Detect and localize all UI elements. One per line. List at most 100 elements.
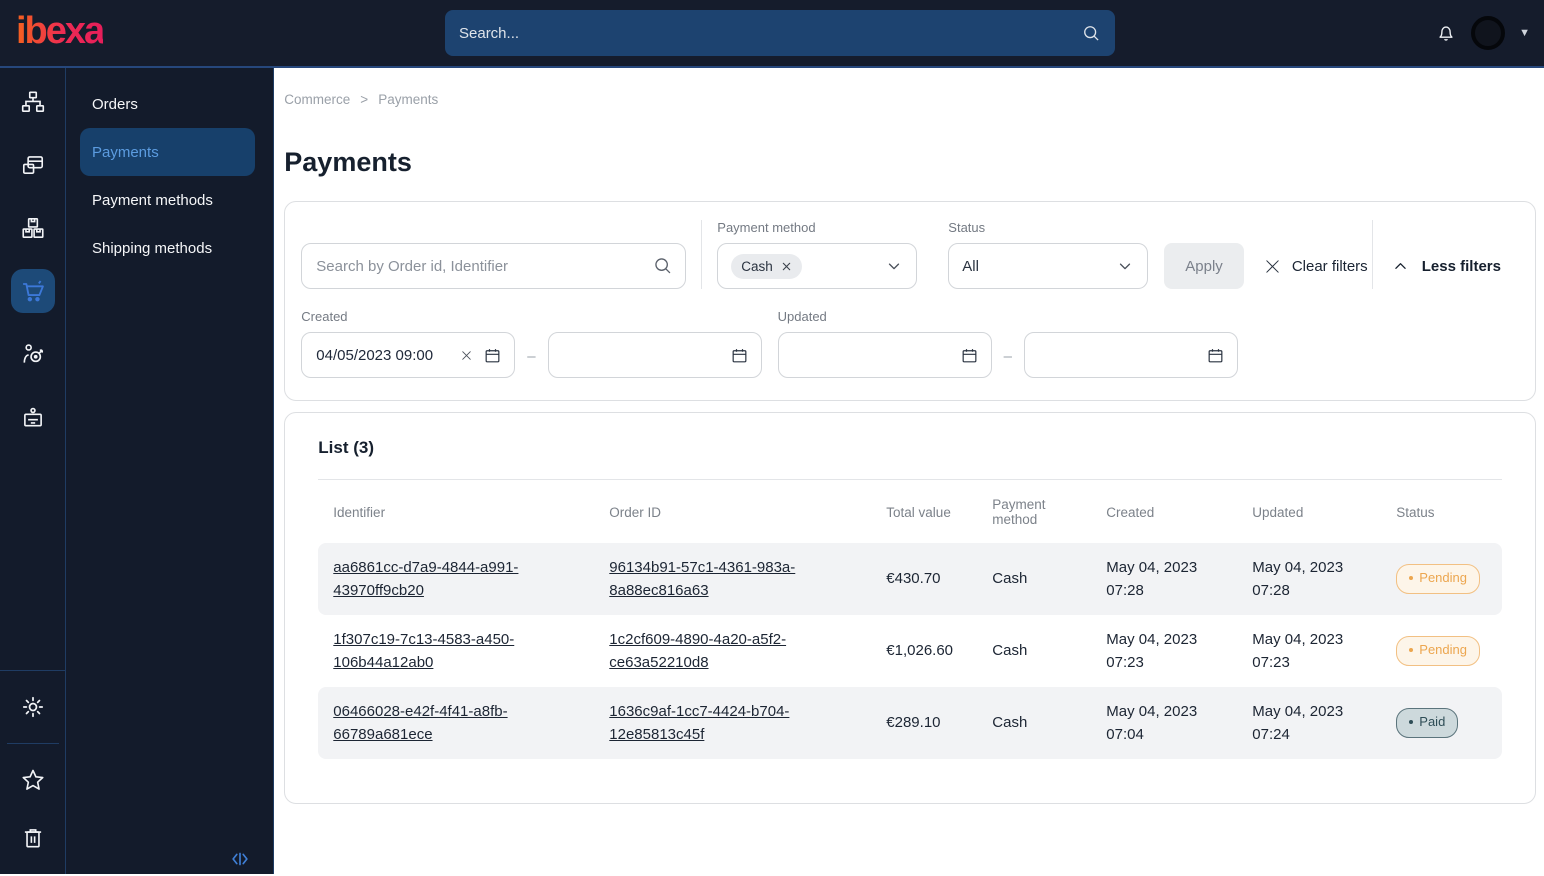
- breadcrumb: Commerce > Payments: [284, 92, 1536, 107]
- table-header: Identifier Order ID Total value Payment …: [318, 480, 1502, 543]
- chip-label: Cash: [741, 258, 773, 274]
- status-label: Status: [948, 220, 986, 235]
- marketing-target-icon[interactable]: [11, 332, 55, 376]
- payments-list-panel: List (3) Identifier Order ID Total value…: [284, 412, 1536, 804]
- clear-date-icon[interactable]: [460, 349, 473, 362]
- created-from-value: 04/05/2023 09:00: [316, 346, 434, 364]
- search-icon[interactable]: [652, 255, 673, 281]
- col-created: Created: [1106, 504, 1155, 520]
- global-search-input[interactable]: [445, 24, 1081, 42]
- total-value: €430.70: [886, 570, 941, 588]
- status-filter: Status All: [948, 220, 1149, 289]
- created-filter: Created 04/05/2023 09:00 –: [301, 309, 762, 378]
- identifier-link[interactable]: 1f307c19-7c13-4583-a450-106b44a12ab0: [333, 628, 609, 675]
- created-from-input[interactable]: 04/05/2023 09:00: [301, 332, 516, 378]
- badge-icon[interactable]: [11, 395, 55, 439]
- col-status: Status: [1396, 504, 1435, 520]
- total-value: €289.10: [886, 714, 941, 732]
- search-icon[interactable]: [1081, 23, 1101, 43]
- topbar-actions: ▼: [1435, 0, 1530, 66]
- chevron-down-icon: [885, 257, 903, 275]
- global-search[interactable]: [445, 10, 1115, 56]
- payment-method: Cash: [992, 570, 1028, 588]
- updated-filter: Updated –: [777, 309, 1238, 378]
- order-id-link[interactable]: 1c2cf609-4890-4a20-a5f2-ce63a52210d8: [609, 628, 886, 675]
- table-row: 06466028-e42f-4f41-a8fb-66789a681ece 163…: [318, 687, 1502, 759]
- avatar[interactable]: [1471, 16, 1506, 50]
- col-payment-method: Payment method: [992, 497, 1046, 527]
- list-title: List (3): [318, 438, 375, 457]
- payment-method-filter: Payment method Cash: [717, 220, 918, 289]
- breadcrumb-payments: Payments: [378, 92, 439, 107]
- calendar-icon[interactable]: [1206, 346, 1225, 365]
- content-tree-icon[interactable]: [11, 80, 55, 124]
- order-id-link[interactable]: 96134b91-57c1-4361-983a-8a88ec816a63: [609, 556, 886, 603]
- calendar-icon[interactable]: [960, 346, 979, 365]
- identifier-link[interactable]: aa6861cc-d7a9-4844-a991-43970ff9cb20: [333, 556, 609, 603]
- rail-bottom-group: [0, 670, 66, 874]
- range-separator: –: [527, 347, 536, 365]
- col-total-value: Total value: [886, 504, 951, 520]
- updated-label: Updated: [777, 309, 827, 324]
- created-to-input[interactable]: [547, 332, 762, 378]
- status-text: Pending: [1419, 570, 1467, 586]
- payment-method-chip[interactable]: Cash: [731, 253, 802, 279]
- created-date: May 04, 2023 07:23: [1106, 630, 1198, 671]
- topbar: ibexa ▼: [0, 0, 1544, 68]
- sidebar-collapse-icon[interactable]: [229, 848, 251, 870]
- total-value: €1,026.60: [886, 642, 954, 660]
- commerce-cart-icon[interactable]: [10, 269, 55, 313]
- updated-from-input[interactable]: [777, 332, 992, 378]
- trash-icon[interactable]: [11, 816, 55, 860]
- chip-close-icon[interactable]: [781, 261, 792, 272]
- less-filters-toggle[interactable]: Less filters: [1392, 243, 1501, 289]
- sidebar-item-orders[interactable]: Orders: [80, 80, 255, 128]
- identifier-link[interactable]: 06466028-e42f-4f41-a8fb-66789a681ece: [333, 700, 609, 747]
- favorites-star-icon[interactable]: [11, 758, 55, 802]
- sidebar-item-payments[interactable]: Payments: [80, 128, 256, 176]
- calendar-icon[interactable]: [730, 346, 749, 365]
- chevron-up-icon: [1395, 262, 1406, 269]
- payment-method-select[interactable]: Cash: [717, 243, 918, 289]
- col-identifier: Identifier: [333, 504, 386, 520]
- calendar-icon[interactable]: [483, 346, 502, 365]
- updated-date: May 04, 2023 07:28: [1252, 558, 1344, 599]
- clear-filters-label: Clear filters: [1291, 257, 1368, 275]
- clear-filters-button[interactable]: Clear filters: [1264, 243, 1368, 289]
- settings-gear-icon[interactable]: [11, 685, 55, 729]
- status-text: Paid: [1419, 714, 1446, 730]
- payment-method: Cash: [992, 642, 1028, 660]
- sidebar-item-payment-methods[interactable]: Payment methods: [80, 176, 255, 224]
- status-badge: Pending: [1396, 564, 1480, 594]
- breadcrumb-commerce[interactable]: Commerce: [284, 92, 350, 107]
- order-id-link[interactable]: 1636c9af-1cc7-4424-b704-12e85813c45f: [609, 700, 886, 747]
- filter-search-input[interactable]: [301, 243, 687, 289]
- chevron-down-icon: [1116, 257, 1134, 275]
- col-order-id: Order ID: [609, 504, 662, 520]
- status-badge: Paid: [1396, 708, 1459, 738]
- secondary-sidebar: Orders Payments Payment methods Shipping…: [66, 68, 275, 874]
- status-select[interactable]: All: [948, 243, 1149, 289]
- notifications-bell-icon[interactable]: [1435, 22, 1457, 44]
- main-content: Commerce > Payments Payments Payment met…: [274, 68, 1544, 874]
- created-date: May 04, 2023 07:04: [1106, 702, 1198, 743]
- less-filters-label: Less filters: [1421, 257, 1501, 275]
- status-badge: Pending: [1396, 636, 1480, 666]
- sidebar-item-shipping-methods[interactable]: Shipping methods: [80, 224, 255, 272]
- products-icon[interactable]: [11, 206, 55, 250]
- ibexa-logo[interactable]: ibexa: [16, 12, 105, 54]
- updated-date: May 04, 2023 07:24: [1252, 702, 1344, 743]
- chevron-down-icon[interactable]: ▼: [1519, 27, 1530, 39]
- close-icon: [1266, 259, 1279, 273]
- status-value: All: [962, 257, 979, 275]
- payment-method: Cash: [992, 714, 1028, 732]
- range-separator: –: [1003, 347, 1012, 365]
- filters-panel: Payment method Cash: [284, 201, 1536, 401]
- payment-method-label: Payment method: [717, 220, 816, 235]
- updated-to-input[interactable]: [1023, 332, 1238, 378]
- pages-icon[interactable]: [11, 143, 55, 187]
- status-text: Pending: [1419, 642, 1467, 658]
- apply-button[interactable]: Apply: [1164, 243, 1244, 289]
- table-row: 1f307c19-7c13-4583-a450-106b44a12ab0 1c2…: [318, 615, 1502, 687]
- page-title: Payments: [284, 147, 412, 177]
